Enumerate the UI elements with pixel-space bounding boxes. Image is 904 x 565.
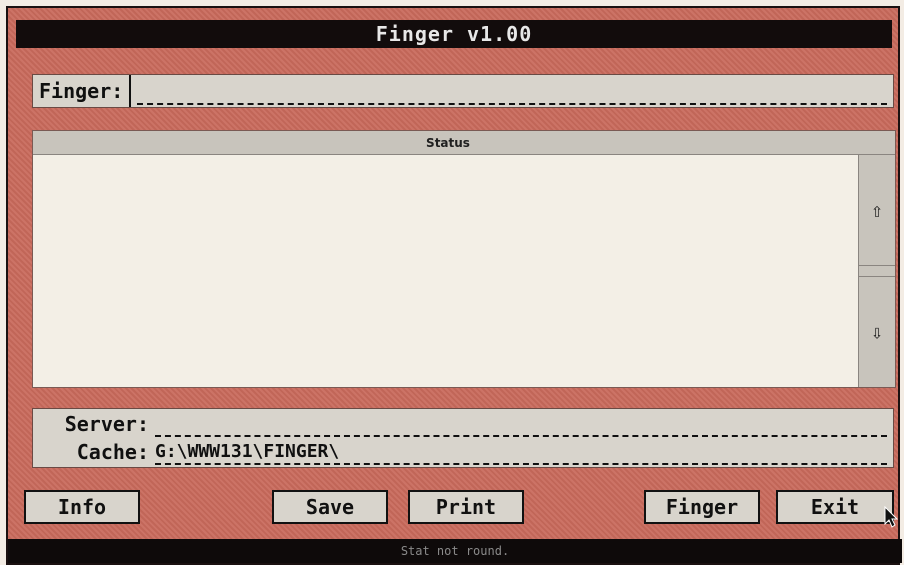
info-button[interactable]: Info xyxy=(24,490,140,524)
cache-label: Cache: xyxy=(76,440,149,464)
print-button-label: Print xyxy=(435,495,497,519)
title-bar[interactable]: Finger v1.00 xyxy=(16,20,892,48)
cache-value: G:\WWW131\FINGER\ xyxy=(155,440,340,462)
scroll-up-button[interactable]: ⇧ xyxy=(859,155,895,266)
exit-button[interactable]: Exit xyxy=(776,490,894,524)
info-button-label: Info xyxy=(57,495,107,519)
status-header: Status xyxy=(33,131,895,155)
arrow-down-icon: ⇩ xyxy=(870,320,884,344)
status-text-area xyxy=(33,155,859,387)
paths-panel: Server: Cache: G:\WWW131\FINGER\ xyxy=(32,408,894,468)
finger-window: Finger v1.00 Finger: Status ⇧ ⇩ Server: xyxy=(6,6,902,565)
server-field[interactable] xyxy=(155,411,887,437)
finger-row: Finger: xyxy=(32,74,894,108)
status-header-text: Status xyxy=(426,135,470,150)
server-row: Server: xyxy=(39,411,887,437)
status-bar-text: Stat not round. xyxy=(400,544,510,558)
arrow-up-icon: ⇧ xyxy=(870,198,884,222)
finger-input[interactable] xyxy=(137,77,887,105)
status-bar: Stat not round. xyxy=(8,539,902,563)
save-button-label: Save xyxy=(305,495,355,519)
finger-button[interactable]: Finger xyxy=(644,490,760,524)
cache-field[interactable]: G:\WWW131\FINGER\ xyxy=(155,439,887,465)
status-panel: Status ⇧ ⇩ xyxy=(32,130,896,388)
server-label: Server: xyxy=(64,412,149,436)
mouse-pointer-icon xyxy=(884,506,898,528)
save-button[interactable]: Save xyxy=(272,490,388,524)
finger-label: Finger: xyxy=(33,75,132,107)
exit-button-label: Exit xyxy=(810,495,860,519)
finger-button-label: Finger xyxy=(665,495,739,519)
status-scrollbar[interactable]: ⇧ ⇩ xyxy=(858,155,895,387)
scroll-down-button[interactable]: ⇩ xyxy=(859,276,895,387)
window-title: Finger v1.00 xyxy=(375,22,533,46)
cache-row: Cache: G:\WWW131\FINGER\ xyxy=(39,439,887,465)
print-button[interactable]: Print xyxy=(408,490,524,524)
